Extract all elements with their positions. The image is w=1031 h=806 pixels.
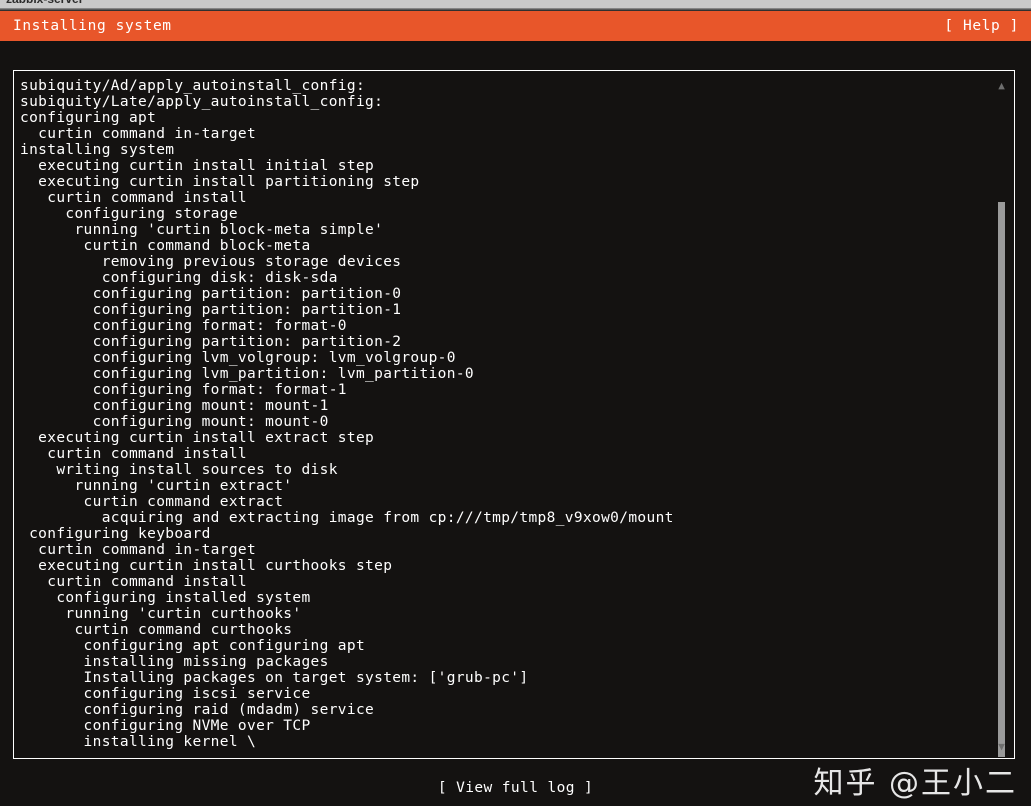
log-line: installing missing packages (20, 654, 329, 670)
log-line: curtin command in-target (20, 542, 257, 558)
log-line: configuring keyboard (20, 526, 211, 542)
log-line: configuring apt configuring apt (20, 638, 366, 654)
log-line: configuring raid (mdadm) service (20, 702, 375, 718)
log-line: configuring partition: partition-1 (20, 302, 402, 318)
scroll-down-arrow-icon[interactable]: ▼ (990, 739, 1013, 755)
log-line: configuring lvm_volgroup: lvm_volgroup-0 (20, 350, 456, 366)
log-line: acquiring and extracting image from cp:/… (20, 510, 674, 526)
window-titlebar: zabbix-server (0, 0, 1031, 8)
log-line: running 'curtin block-meta simple' (20, 222, 384, 238)
install-log-lines: subiquity/Ad/apply_autoinstall_config: su… (20, 78, 988, 750)
log-line: configuring partition: partition-0 (20, 286, 402, 302)
window-title: zabbix-server (6, 0, 83, 6)
log-scrollbar[interactable]: ▲ ▼ (990, 72, 1013, 758)
log-line: running 'curtin extract' (20, 478, 293, 494)
log-line: configuring installed system (20, 590, 311, 606)
scroll-up-arrow-icon[interactable]: ▲ (990, 78, 1013, 94)
log-line: curtin command install (20, 446, 247, 462)
log-line: configuring mount: mount-0 (20, 414, 329, 430)
log-line: executing curtin install partitioning st… (20, 174, 420, 190)
installer-header: Installing system [ Help ] (0, 11, 1031, 41)
log-line: configuring storage (20, 206, 238, 222)
log-line: executing curtin install curthooks step (20, 558, 393, 574)
log-line: running 'curtin curthooks' (20, 606, 302, 622)
log-line: configuring apt (20, 110, 157, 126)
log-line: configuring lvm_partition: lvm_partition… (20, 366, 474, 382)
log-line: configuring iscsi service (20, 686, 311, 702)
install-log-panel: subiquity/Ad/apply_autoinstall_config: su… (13, 70, 1015, 759)
log-line: configuring NVMe over TCP (20, 718, 311, 734)
log-line: curtin command in-target (20, 126, 257, 142)
log-line: executing curtin install extract step (20, 430, 375, 446)
log-line: configuring mount: mount-1 (20, 398, 329, 414)
log-line: executing curtin install initial step (20, 158, 375, 174)
log-line: removing previous storage devices (20, 254, 402, 270)
log-line: installing system (20, 142, 175, 158)
log-line: configuring partition: partition-2 (20, 334, 402, 350)
log-line: subiquity/Late/apply_autoinstall_config: (20, 94, 384, 110)
log-line: configuring disk: disk-sda (20, 270, 338, 286)
view-full-log-button[interactable]: [ View full log ] (438, 780, 593, 796)
log-line: curtin command curthooks (20, 622, 293, 638)
log-line: curtin command install (20, 190, 247, 206)
log-line: subiquity/Ad/apply_autoinstall_config: (20, 78, 366, 94)
log-line: installing kernel \ (20, 734, 257, 750)
scrollbar-thumb[interactable] (998, 202, 1005, 757)
log-line: curtin command install (20, 574, 247, 590)
help-button[interactable]: [ Help ] (944, 18, 1019, 34)
footer-bar: [ View full log ] (0, 780, 1031, 802)
page-title: Installing system (13, 18, 172, 34)
log-line: writing install sources to disk (20, 462, 338, 478)
log-line: curtin command block-meta (20, 238, 311, 254)
log-line: curtin command extract (20, 494, 284, 510)
log-line: configuring format: format-1 (20, 382, 347, 398)
log-line: Installing packages on target system: ['… (20, 670, 529, 686)
log-line: configuring format: format-0 (20, 318, 347, 334)
